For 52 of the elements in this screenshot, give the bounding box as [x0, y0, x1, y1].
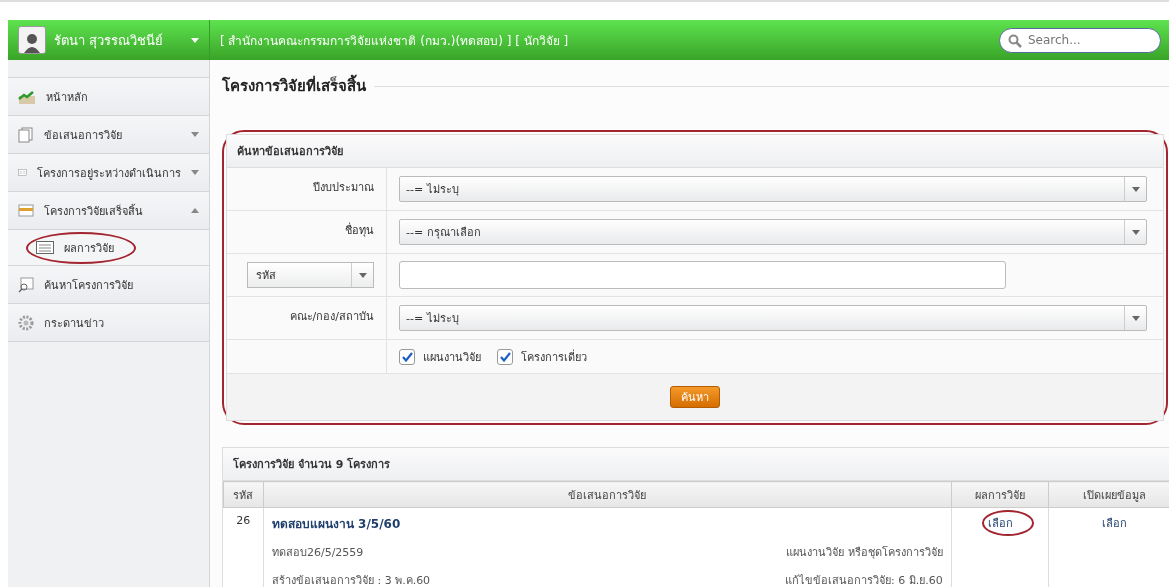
- gear-icon: [18, 314, 34, 331]
- column-header: ผลการวิจัย: [951, 481, 1049, 508]
- select-link[interactable]: เลือก: [1096, 514, 1134, 532]
- column-header: ข้อเสนอการวิจัย: [263, 481, 952, 508]
- column-header: รหัส: [223, 481, 264, 508]
- organization-role: [ สำนักงานคณะกรรมการวิจัยแห่งชาติ (กมว.)(ทดสอบ) ] [ นักวิจัย ]: [219, 32, 569, 50]
- caret-icon: [1131, 315, 1140, 321]
- field-label: คณะ/กอง/สถาบัน: [289, 309, 374, 325]
- checkbox-label: แผนงานวิจัย: [423, 349, 481, 366]
- proposal-subtitle: ทดสอบ26/5/2559: [271, 545, 364, 561]
- sidebar-item[interactable]: โครงการอยู่ระหว่างดำเนินการ: [8, 154, 209, 192]
- dropdown[interactable]: --= ไม่ระบุ: [399, 305, 1147, 331]
- sidebar-item[interactable]: หน้าหลัก: [8, 78, 209, 116]
- card-icon: [18, 166, 27, 179]
- caret-icon: [1131, 229, 1140, 235]
- caret-icon: [358, 272, 367, 278]
- input-field[interactable]: [399, 261, 1006, 289]
- sidebar-item[interactable]: กระดานข่าว: [8, 304, 209, 342]
- checkbox[interactable]: [497, 348, 513, 365]
- expand-arrow-icon[interactable]: [191, 132, 199, 137]
- sidebar-item[interactable]: โครงการวิจัยเสร็จสิ้น: [8, 192, 209, 230]
- sidebar-subitem[interactable]: ผลการวิจัย: [8, 230, 209, 266]
- sidebar-item[interactable]: ข้อเสนอการวิจัย: [8, 116, 209, 154]
- dropdown[interactable]: --= กรุณาเลือก: [399, 219, 1147, 245]
- edited-date: แก้ไขข้อเสนอการวิจัย: 6 มิ.ย.60: [785, 573, 943, 587]
- search-field[interactable]: Search...: [999, 27, 1161, 53]
- code-cell-text: 26: [235, 514, 252, 527]
- page-title: โครงการวิจัยที่เสร็จสิ้น: [222, 74, 366, 98]
- avatar-icon: [18, 26, 46, 54]
- dropdown[interactable]: รหัส: [247, 262, 374, 288]
- collapse-arrow-icon[interactable]: [191, 208, 199, 213]
- panel-title: โครงการวิจัย จำนวน 9 โครงการ: [223, 448, 1169, 481]
- column-header: เปิดเผยข้อมูล: [1048, 481, 1169, 508]
- dropdown[interactable]: --= ไม่ระบุ: [399, 176, 1147, 202]
- field-label: ปีงบประมาณ: [313, 180, 374, 196]
- expand-arrow-icon[interactable]: [191, 170, 199, 175]
- proposal-type: แผนงานวิจัย หรือชุดโครงการวิจัย: [786, 545, 943, 561]
- pages-icon: [18, 126, 34, 143]
- checkbox-label: โครงการเดี่ยว: [521, 348, 587, 366]
- chart-icon: [18, 89, 36, 104]
- search-icon: [1008, 33, 1022, 48]
- proposal-title-link[interactable]: ทดสอบแผนงาน 3/5/60: [271, 514, 943, 533]
- card-icon: [18, 204, 34, 217]
- created-date: สร้างข้อเสนอการวิจัย : 3 พ.ค.60: [271, 573, 431, 587]
- list-icon: [36, 241, 54, 254]
- select-link[interactable]: เลือก: [981, 514, 1019, 532]
- caret-icon: [1131, 186, 1140, 192]
- sidebar-item[interactable]: ค้นหาโครงการวิจัย: [8, 266, 209, 304]
- field-label: ชื่อทุน: [345, 221, 374, 239]
- caret-icon[interactable]: [191, 38, 199, 43]
- checkbox[interactable]: [399, 348, 415, 365]
- search-icon: [18, 276, 34, 293]
